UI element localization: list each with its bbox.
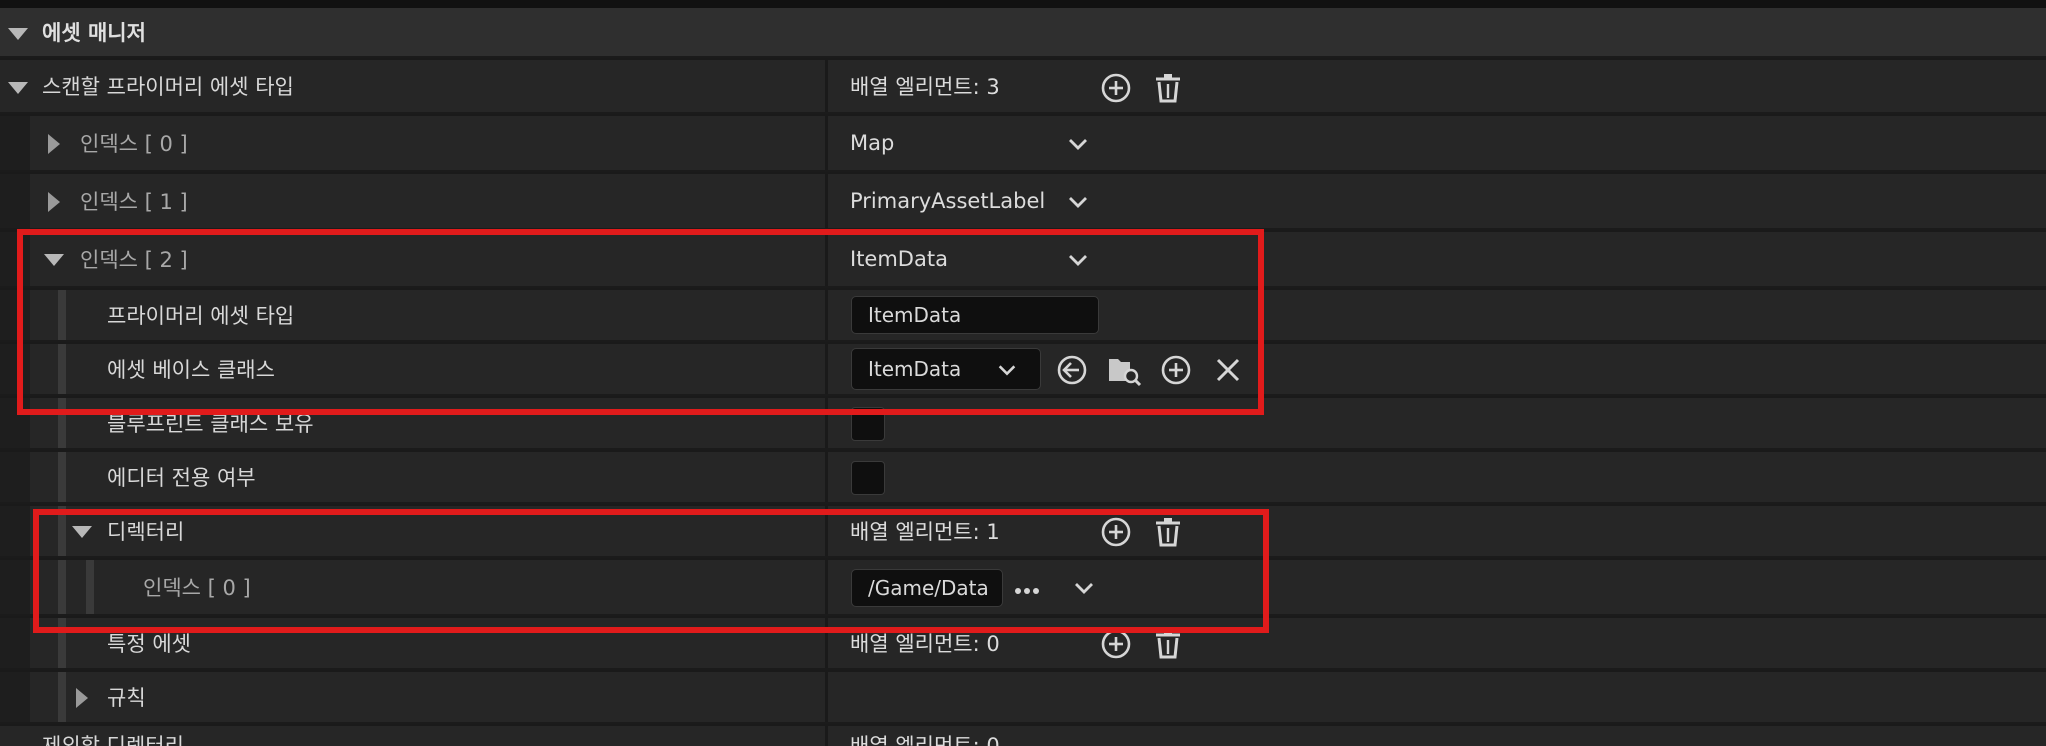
add-element-icon[interactable] bbox=[1100, 628, 1132, 660]
row-primary-asset-type: 프라이머리 에셋 타입 ItemData bbox=[0, 290, 2046, 342]
rules-label: 규칙 bbox=[107, 686, 146, 710]
primary-asset-type-label: 프라이머리 에셋 타입 bbox=[107, 304, 295, 328]
clear-icon[interactable] bbox=[1214, 356, 1242, 384]
collapse-arrow-icon[interactable] bbox=[44, 254, 64, 266]
scan-types-count: 배열 엘리먼트: 3 bbox=[850, 75, 1000, 99]
chevron-down-icon[interactable] bbox=[1066, 190, 1090, 214]
top-strip bbox=[0, 0, 2046, 8]
collapse-arrow-icon[interactable] bbox=[8, 82, 28, 94]
partial-row-count: 배열 엘리먼트: 0 bbox=[850, 734, 1000, 746]
row-partial: 제외할 디렉터리 배열 엘리먼트: 0 bbox=[0, 726, 2046, 746]
row-scan-primary-asset-types: 스캔할 프라이머리 에셋 타입 배열 엘리먼트: 3 bbox=[0, 60, 2046, 114]
use-selected-asset-icon[interactable] bbox=[1056, 354, 1088, 386]
delete-all-icon[interactable] bbox=[1152, 516, 1184, 548]
index-0-label: 인덱스 [ 0 ] bbox=[80, 132, 188, 156]
has-blueprint-classes-checkbox[interactable] bbox=[851, 407, 885, 441]
expand-arrow-icon[interactable] bbox=[48, 192, 60, 212]
add-icon[interactable] bbox=[1160, 354, 1192, 386]
base-class-combo[interactable]: ItemData bbox=[851, 348, 1041, 390]
delete-all-icon[interactable] bbox=[1152, 72, 1184, 104]
row-editor-only: 에디터 전용 여부 bbox=[0, 452, 2046, 504]
directories-label: 디렉터리 bbox=[107, 520, 185, 544]
specific-assets-count: 배열 엘리먼트: 0 bbox=[850, 632, 1000, 656]
row-directories: 디렉터리 배열 엘리먼트: 1 bbox=[0, 506, 2046, 558]
index-2-value[interactable]: ItemData bbox=[850, 232, 948, 286]
browse-to-asset-icon[interactable] bbox=[1106, 352, 1142, 388]
section-title: 에셋 매니저 bbox=[42, 21, 146, 45]
has-blueprint-classes-label: 블루프린트 클래스 보유 bbox=[107, 412, 314, 436]
base-class-value: ItemData bbox=[868, 357, 962, 381]
index-2-label: 인덱스 [ 2 ] bbox=[80, 248, 188, 272]
index-1-label: 인덱스 [ 1 ] bbox=[80, 190, 188, 214]
row-index-0: 인덱스 [ 0 ] Map bbox=[0, 116, 2046, 172]
directory-path-input[interactable]: /Game/Data bbox=[851, 569, 1003, 607]
specific-assets-label: 특정 에셋 bbox=[107, 632, 191, 656]
add-element-icon[interactable] bbox=[1100, 516, 1132, 548]
index-1-value[interactable]: PrimaryAssetLabel bbox=[850, 174, 1045, 228]
more-options-icon[interactable] bbox=[1014, 586, 1040, 596]
expand-arrow-icon[interactable] bbox=[48, 134, 60, 154]
chevron-down-icon[interactable] bbox=[1066, 132, 1090, 156]
row-rules: 규칙 bbox=[0, 672, 2046, 724]
row-index-1: 인덱스 [ 1 ] PrimaryAssetLabel bbox=[0, 174, 2046, 230]
chevron-down-icon[interactable] bbox=[996, 359, 1018, 381]
row-has-blueprint-classes: 블루프린트 클래스 보유 bbox=[0, 398, 2046, 450]
scan-types-label: 스캔할 프라이머리 에셋 타입 bbox=[42, 75, 294, 99]
collapse-arrow-icon[interactable] bbox=[8, 28, 28, 40]
row-asset-base-class: 에셋 베이스 클래스 ItemData bbox=[0, 344, 2046, 396]
row-directory-index-0: 인덱스 [ 0 ] /Game/Data bbox=[0, 560, 2046, 616]
partial-row-label: 제외할 디렉터리 bbox=[42, 734, 184, 746]
primary-asset-type-input[interactable]: ItemData bbox=[851, 296, 1099, 334]
asset-base-class-label: 에셋 베이스 클래스 bbox=[107, 358, 275, 382]
editor-only-checkbox[interactable] bbox=[851, 461, 885, 495]
delete-all-icon[interactable] bbox=[1152, 628, 1184, 660]
editor-only-label: 에디터 전용 여부 bbox=[107, 466, 256, 490]
expand-arrow-icon[interactable] bbox=[76, 688, 88, 708]
index-0-value[interactable]: Map bbox=[850, 116, 894, 170]
collapse-arrow-icon[interactable] bbox=[72, 526, 92, 538]
chevron-down-icon[interactable] bbox=[1066, 248, 1090, 272]
directories-count: 배열 엘리먼트: 1 bbox=[850, 520, 1000, 544]
chevron-down-icon[interactable] bbox=[1072, 576, 1096, 600]
row-index-2: 인덱스 [ 2 ] ItemData bbox=[0, 232, 2046, 288]
row-specific-assets: 특정 에셋 배열 엘리먼트: 0 bbox=[0, 618, 2046, 670]
directory-index-0-label: 인덱스 [ 0 ] bbox=[143, 576, 251, 600]
section-header-asset-manager[interactable]: 에셋 매니저 bbox=[0, 8, 2046, 58]
add-element-icon[interactable] bbox=[1100, 72, 1132, 104]
